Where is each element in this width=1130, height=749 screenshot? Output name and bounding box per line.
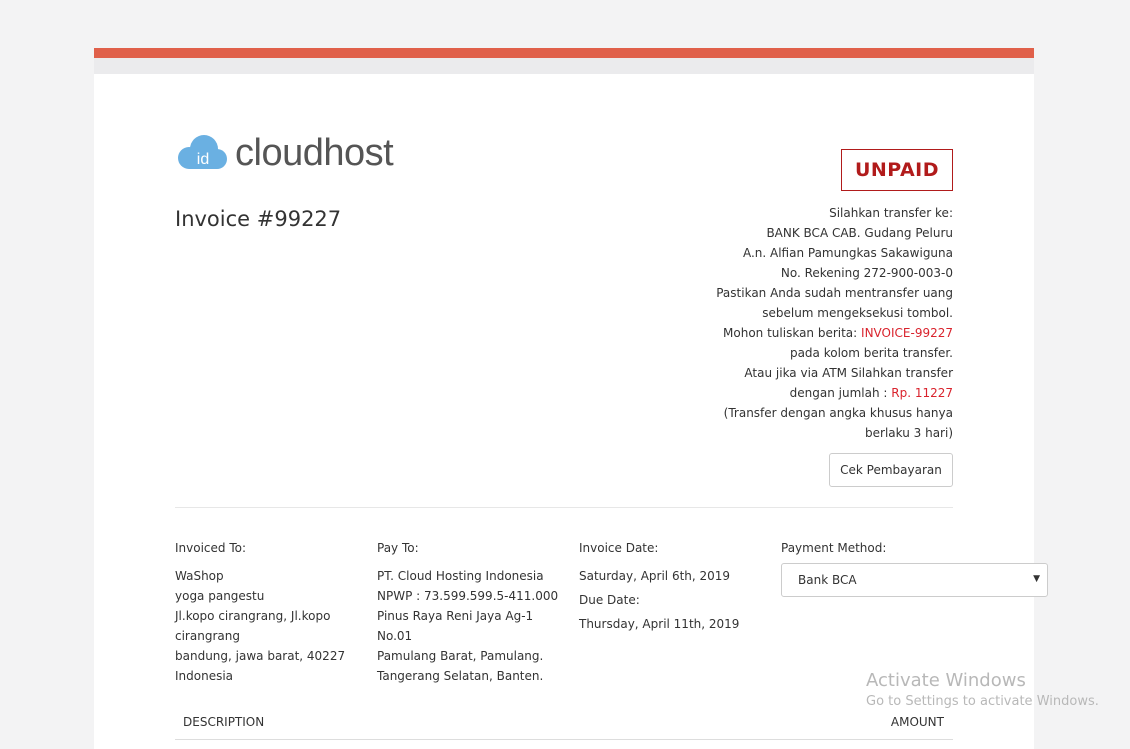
transfer-reference: INVOICE-99227 bbox=[861, 326, 953, 340]
items-table-header: DESCRIPTION AMOUNT bbox=[175, 711, 953, 740]
transfer-line: Silahkan transfer ke: bbox=[829, 206, 953, 220]
pay-to-line: No.01 bbox=[377, 629, 413, 643]
watermark-title: Activate Windows bbox=[866, 670, 1026, 691]
dates-section: Invoice Date: Saturday, April 6th, 2019 … bbox=[579, 538, 739, 634]
pay-to-section: Pay To: PT. Cloud Hosting Indonesia NPWP… bbox=[377, 538, 558, 686]
logo-text: cloudhost bbox=[235, 132, 394, 174]
invoice-date: Saturday, April 6th, 2019 bbox=[579, 569, 731, 583]
dropdown-arrow-icon: ▼ bbox=[1033, 574, 1040, 584]
invoiced-to-line: bandung, jawa barat, 40227 bbox=[175, 649, 346, 663]
status-badge: UNPAID bbox=[841, 149, 953, 191]
invoiced-to-section: Invoiced To: WaShop yoga pangestu Jl.kop… bbox=[175, 538, 345, 686]
payment-method-value: Bank BCA bbox=[798, 573, 857, 587]
pay-to-heading: Pay To: bbox=[377, 541, 419, 555]
watermark-subtitle: Go to Settings to activate Windows. bbox=[866, 694, 1099, 709]
pay-to-line: Pinus Raya Reni Jaya Ag-1 bbox=[377, 609, 534, 623]
invoiced-to-line: WaShop bbox=[175, 569, 224, 583]
transfer-amount: Rp. 11227 bbox=[891, 386, 953, 400]
transfer-account-number: No. Rekening 272-900-003-0 bbox=[780, 266, 953, 280]
transfer-line: pada kolom berita transfer. bbox=[789, 346, 953, 360]
invoiced-to-line: Indonesia bbox=[175, 669, 234, 683]
transfer-amount-line: dengan jumlah : Rp. 11227 bbox=[653, 383, 953, 403]
transfer-reference-label: Mohon tuliskan berita: bbox=[723, 326, 862, 340]
invoice-date-heading: Invoice Date: bbox=[579, 541, 659, 555]
logo-badge: id bbox=[197, 151, 209, 168]
transfer-line: sebelum mengeksekusi tombol. bbox=[762, 306, 953, 320]
transfer-instructions: Silahkan transfer ke: BANK BCA CAB. Guda… bbox=[653, 203, 953, 443]
transfer-line: (Transfer dengan angka khusus hanya bbox=[723, 406, 953, 420]
pay-to-line: NPWP : 73.599.599.5-411.000 bbox=[377, 589, 559, 603]
description-column-header: DESCRIPTION bbox=[183, 715, 265, 729]
section-divider bbox=[175, 507, 953, 508]
due-date: Thursday, April 11th, 2019 bbox=[579, 617, 740, 631]
invoiced-to-line: Jl.kopo cirangrang, Jl.kopo bbox=[175, 609, 331, 623]
transfer-bank: BANK BCA CAB. Gudang Peluru bbox=[766, 226, 953, 240]
transfer-reference-line: Mohon tuliskan berita: INVOICE-99227 bbox=[653, 323, 953, 343]
cloud-icon: id bbox=[175, 133, 231, 173]
invoiced-to-heading: Invoiced To: bbox=[175, 541, 247, 555]
transfer-line: berlaku 3 hari) bbox=[865, 426, 953, 440]
invoiced-to-line: yoga pangestu bbox=[175, 589, 265, 603]
check-payment-button[interactable]: Cek Pembayaran bbox=[829, 453, 953, 487]
payment-method-select[interactable]: Bank BCA ▼ bbox=[781, 563, 1048, 597]
header-strip bbox=[94, 58, 1034, 74]
transfer-line: Atau jika via ATM Silahkan transfer bbox=[744, 366, 953, 380]
payment-method-heading: Payment Method: bbox=[781, 541, 887, 555]
invoice-title: Invoice #99227 bbox=[175, 207, 342, 231]
pay-to-line: PT. Cloud Hosting Indonesia bbox=[377, 569, 544, 583]
pay-to-line: Tangerang Selatan, Banten. bbox=[377, 669, 544, 683]
transfer-account-name: A.n. Alfian Pamungkas Sakawiguna bbox=[742, 246, 953, 260]
pay-to-line: Pamulang Barat, Pamulang. bbox=[377, 649, 544, 663]
windows-activation-watermark: Activate Windows Go to Settings to activ… bbox=[866, 669, 1099, 711]
due-date-heading: Due Date: bbox=[579, 593, 640, 607]
transfer-line: Pastikan Anda sudah mentransfer uang bbox=[716, 286, 953, 300]
accent-bar bbox=[94, 48, 1034, 58]
payment-method-section: Payment Method: bbox=[781, 538, 886, 566]
invoiced-to-line: cirangrang bbox=[175, 629, 240, 643]
cloudhost-logo[interactable]: id cloudhost bbox=[175, 132, 394, 174]
amount-column-header: AMOUNT bbox=[890, 715, 944, 729]
transfer-amount-label: dengan jumlah : bbox=[789, 386, 892, 400]
